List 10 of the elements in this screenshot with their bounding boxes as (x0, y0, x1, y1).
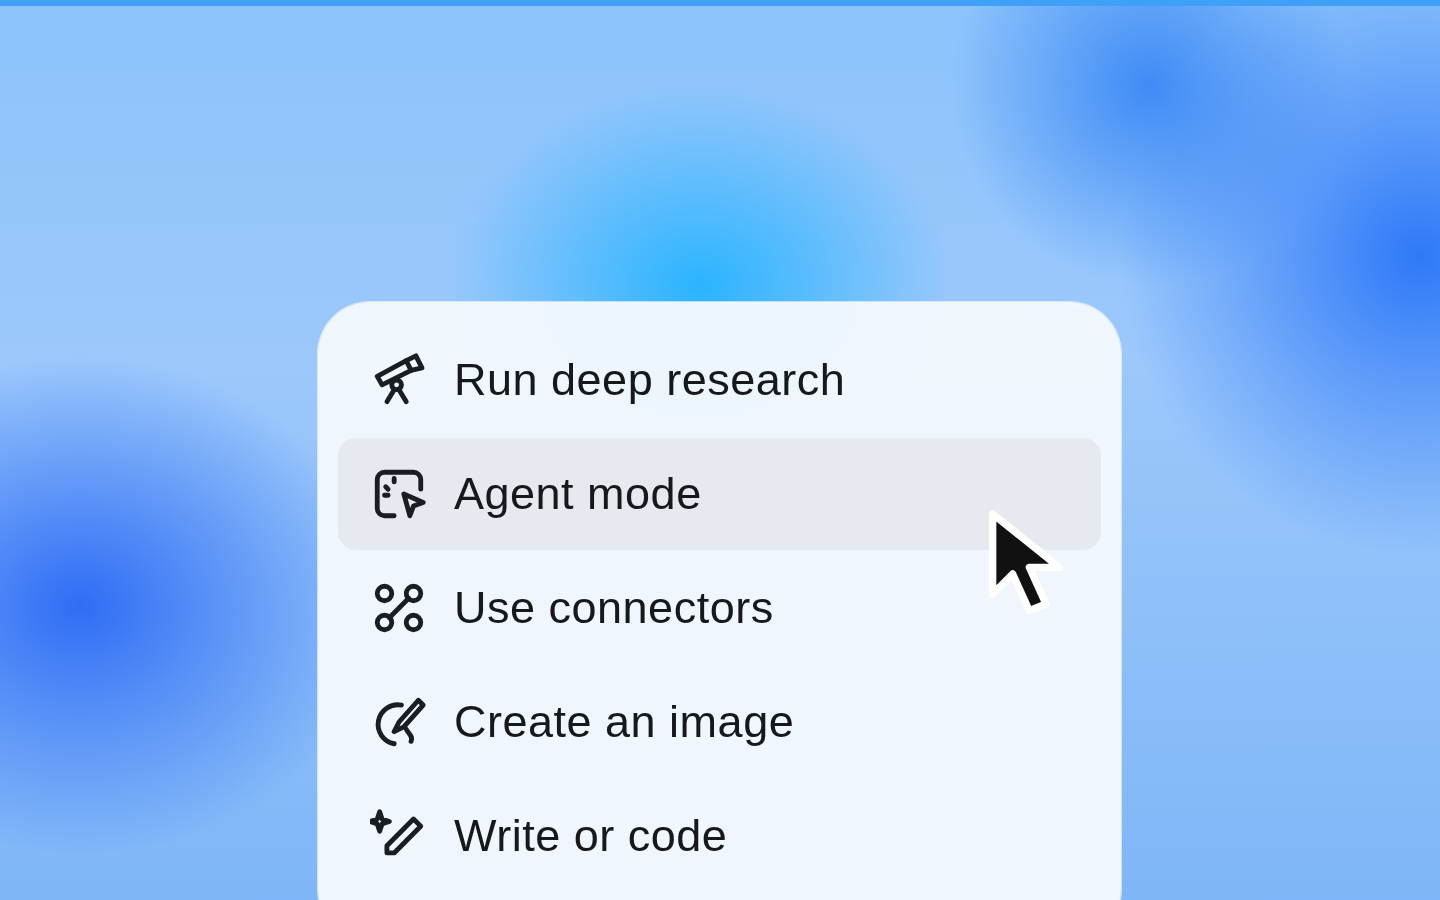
menu-item[interactable]: Run deep research (338, 324, 1101, 436)
menu-item[interactable]: Create an image (338, 666, 1101, 778)
menu-item-label: Write or code (454, 810, 728, 862)
menu-item[interactable]: Use connectors (338, 552, 1101, 664)
menu-item[interactable]: Agent mode (338, 438, 1101, 550)
menu-item-label: Agent mode (454, 468, 702, 520)
menu-item-label: Create an image (454, 696, 795, 748)
menu-item-label: Use connectors (454, 582, 774, 634)
menu-item-label: Run deep research (454, 354, 846, 406)
menu-item[interactable]: Write or code (338, 780, 1101, 892)
